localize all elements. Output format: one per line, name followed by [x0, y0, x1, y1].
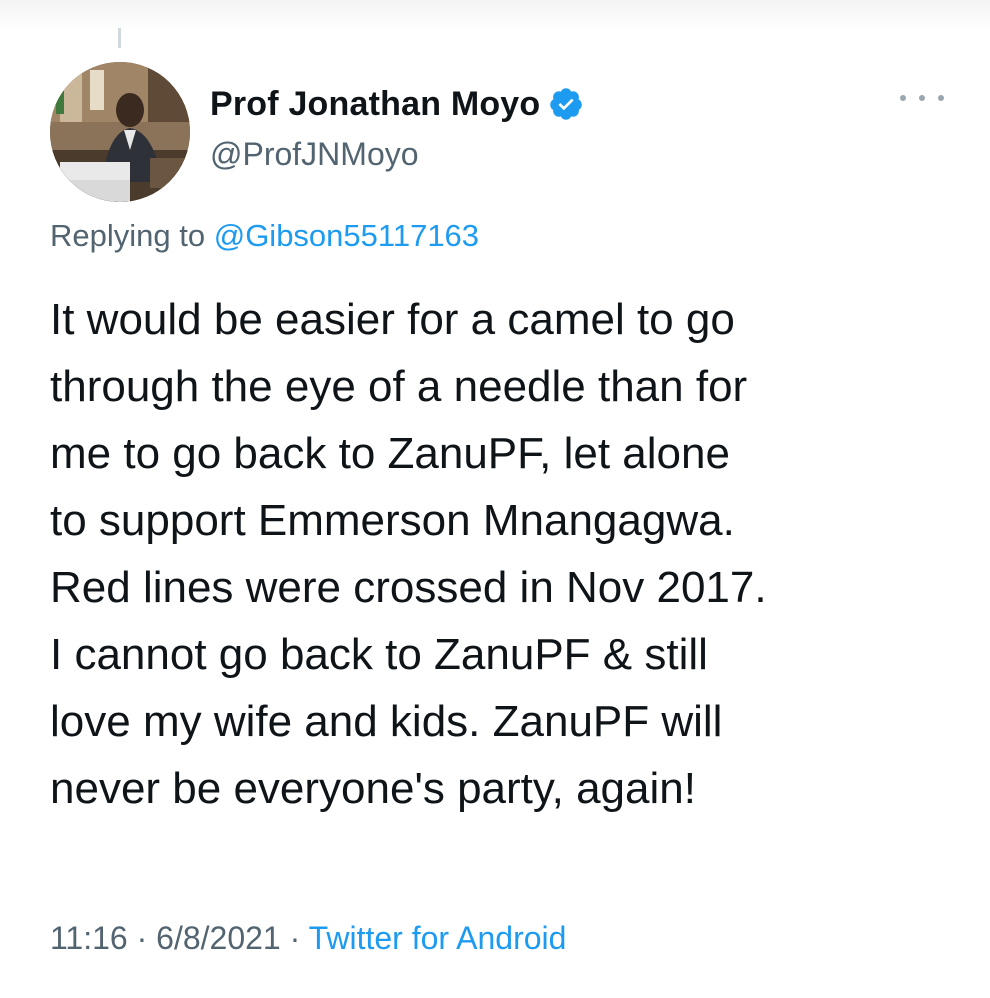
more-dot	[900, 95, 906, 101]
replying-to-label: Replying to	[50, 218, 206, 253]
more-dot	[938, 95, 944, 101]
tweet-source-link[interactable]: Twitter for Android	[309, 920, 567, 956]
author-handle[interactable]: @ProfJNMoyo	[210, 136, 419, 173]
more-dot	[919, 95, 925, 101]
replying-to-mention-link[interactable]: @Gibson55117163	[214, 218, 479, 253]
tweet-metadata: 11:16 · 6/8/2021 · Twitter for Android	[50, 920, 566, 957]
thread-connector-line	[118, 28, 121, 48]
meta-separator: ·	[289, 920, 301, 956]
author-display-name[interactable]: Prof Jonathan Moyo	[210, 85, 540, 124]
meta-separator: ·	[136, 920, 148, 956]
tweet-time[interactable]: 11:16	[50, 920, 128, 956]
replying-to: Replying to @Gibson55117163	[50, 218, 479, 254]
avatar[interactable]	[50, 62, 190, 202]
author-name-row[interactable]: Prof Jonathan Moyo	[210, 82, 584, 126]
tweet-date[interactable]: 6/8/2021	[156, 920, 281, 956]
avatar-image	[50, 62, 190, 202]
top-shade	[0, 0, 990, 32]
more-options-icon[interactable]	[900, 86, 944, 110]
verified-badge-icon	[548, 86, 584, 122]
tweet-text: It would be easier for a camel to go thr…	[50, 295, 767, 813]
